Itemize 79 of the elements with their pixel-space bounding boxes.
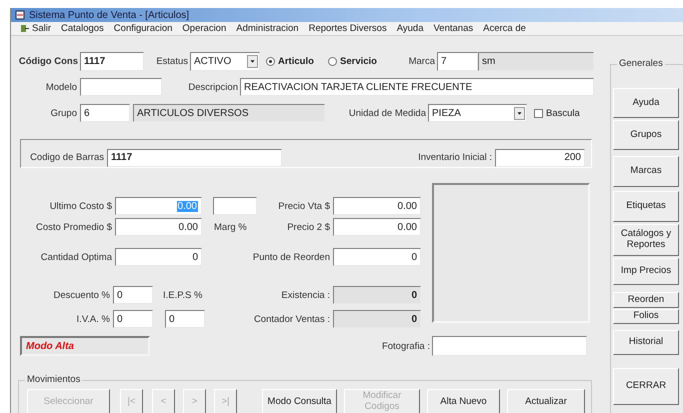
menu-item[interactable]: Reportes Diversos	[304, 23, 392, 34]
stock-field: 0	[333, 286, 421, 304]
field-label: Marca	[408, 56, 435, 67]
photo-field[interactable]	[432, 336, 587, 356]
model-field[interactable]	[80, 78, 162, 96]
reorder-point-field[interactable]: 0	[333, 248, 421, 266]
radio-button[interactable]	[328, 57, 337, 66]
margin-field[interactable]	[213, 197, 257, 215]
field-label: Precio 2 $	[286, 222, 330, 232]
group-title: Movimientos	[25, 374, 82, 384]
menu-item[interactable]: Ventanas	[428, 23, 478, 34]
description-field[interactable]: REACTIVACION TARJETA CLIENTE FRECUENTE	[240, 78, 594, 96]
unit-dropdown[interactable]: PIEZA	[428, 104, 527, 122]
field-label: Precio Vta $	[277, 200, 330, 212]
field-label: Contador Ventas :	[252, 314, 330, 324]
window-title: Sistema Punto de Venta - [Articulos]	[29, 10, 190, 20]
app-icon	[15, 10, 25, 20]
field-label: Inventario Inicial :	[417, 152, 492, 163]
sale-price-field[interactable]: 0.00	[333, 197, 421, 215]
side-button[interactable]: Imp Precios	[613, 258, 679, 285]
barcode-field[interactable]: 1117	[107, 148, 282, 166]
side-button[interactable]: Folios	[613, 309, 679, 324]
checkbox[interactable]	[534, 108, 543, 118]
menu-item[interactable]: Salir	[15, 23, 56, 34]
menu-item[interactable]: Acerca de	[478, 23, 531, 34]
side-button[interactable]: Reorden	[613, 292, 679, 308]
field-label: Estatus	[155, 56, 188, 67]
menu-item[interactable]: Configuracion	[108, 23, 178, 34]
mode-indicator: Modo Alta	[20, 336, 150, 356]
menu-item[interactable]: Administracion	[231, 23, 304, 34]
field-label: Descuento %	[52, 290, 110, 300]
field-label: Ultimo Costo $	[48, 200, 112, 212]
field-label: Fotografia :	[380, 340, 430, 352]
price-2-field[interactable]: 0.00	[333, 218, 421, 236]
group-field[interactable]: 6	[80, 104, 130, 122]
optimal-quantity-field[interactable]: 0	[115, 248, 202, 266]
sales-counter-field: 0	[333, 310, 421, 328]
checkbox-label: Bascula	[546, 108, 580, 118]
side-button[interactable]: Etiquetas	[613, 191, 679, 222]
radio-label: Servicio	[340, 56, 377, 67]
action-button[interactable]: Modo Consulta	[262, 389, 337, 413]
field-label: Costo Promedio $	[34, 222, 112, 232]
field-label: Modelo	[44, 82, 77, 92]
radio-label: Articulo	[278, 56, 314, 67]
field-label: Punto de Reorden	[252, 252, 330, 262]
field-label: Marg %	[214, 222, 248, 232]
initial-stock-field[interactable]: 200	[495, 148, 585, 166]
menu-item[interactable]: Ayuda	[392, 23, 428, 34]
side-button[interactable]: Ayuda	[613, 88, 679, 118]
action-button[interactable]: Alta Nuevo	[427, 389, 500, 413]
field-label: Código Cons	[18, 56, 78, 67]
field-label: Cantidad Optima	[40, 252, 112, 262]
side-button[interactable]: Historial	[613, 330, 679, 355]
field-label: Codigo de Barras	[29, 152, 104, 163]
discount-field[interactable]: 0	[113, 286, 153, 304]
field-label: Grupo	[50, 108, 77, 118]
average-cost-field[interactable]: 0.00	[115, 218, 202, 236]
group-title: Generales	[617, 58, 665, 69]
action-button[interactable]: Actualizar	[507, 389, 585, 413]
field-label: Unidad de Medida	[348, 108, 426, 118]
side-button[interactable]: CERRAR	[613, 368, 679, 405]
side-button[interactable]: Marcas	[613, 156, 679, 187]
group-name-field: ARTICULOS DIVERSOS	[133, 104, 325, 122]
field-label: Existencia :	[280, 290, 330, 300]
brand-field[interactable]: 7	[437, 52, 478, 71]
status-dropdown[interactable]: ACTIVO	[190, 52, 260, 71]
field-label: Descripcion	[187, 82, 238, 92]
radio-button[interactable]	[266, 57, 275, 66]
field-label: I.V.A. %	[76, 314, 110, 324]
brand-name-field: sm	[478, 52, 594, 71]
exit-icon	[20, 24, 29, 33]
field-label: I.E.P.S %	[163, 290, 204, 300]
ieps-field[interactable]: 0	[165, 310, 205, 328]
iva-field[interactable]: 0	[113, 310, 153, 328]
menu-item[interactable]: Catalogos	[56, 23, 109, 34]
side-button[interactable]: Grupos	[613, 120, 679, 150]
menu-item[interactable]: Operacion	[177, 23, 232, 34]
code-field[interactable]: 1117	[80, 52, 144, 71]
side-button[interactable]: Catálogos y Reportes	[613, 224, 679, 256]
